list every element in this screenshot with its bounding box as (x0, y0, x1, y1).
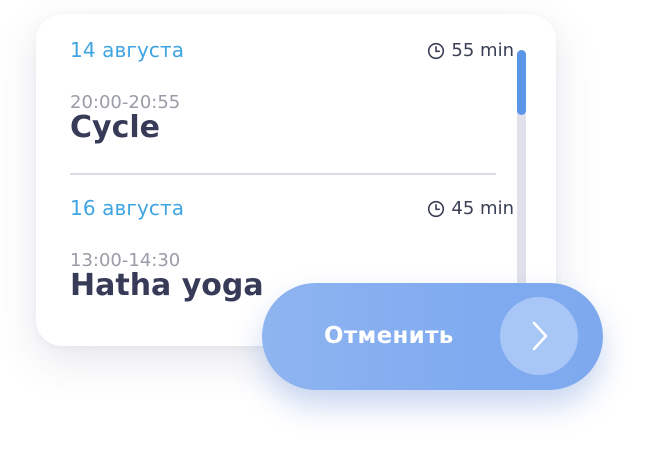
scrollbar-thumb[interactable] (517, 50, 526, 115)
clock-icon (428, 42, 445, 59)
session-date: 14 августа (70, 38, 185, 62)
session-duration: 45 min (427, 198, 514, 219)
session-title: Cycle (70, 110, 160, 145)
session-duration-value: 55 min (451, 40, 514, 61)
session-duration-value: 45 min (451, 198, 514, 219)
session-title: Hatha yoga (70, 268, 264, 303)
clock-icon (428, 200, 445, 217)
session-duration: 55 min (427, 40, 514, 61)
booking-screen: 14 августа 55 min 20:00-20:55 Cycle 16 а… (0, 0, 647, 475)
session-divider (70, 173, 496, 175)
cancel-button[interactable]: Отменить (262, 283, 603, 390)
session-date: 16 августа (70, 196, 185, 220)
scrollbar[interactable] (517, 50, 526, 310)
cancel-button-label: Отменить (324, 323, 454, 349)
chevron-right-icon[interactable] (500, 297, 578, 375)
